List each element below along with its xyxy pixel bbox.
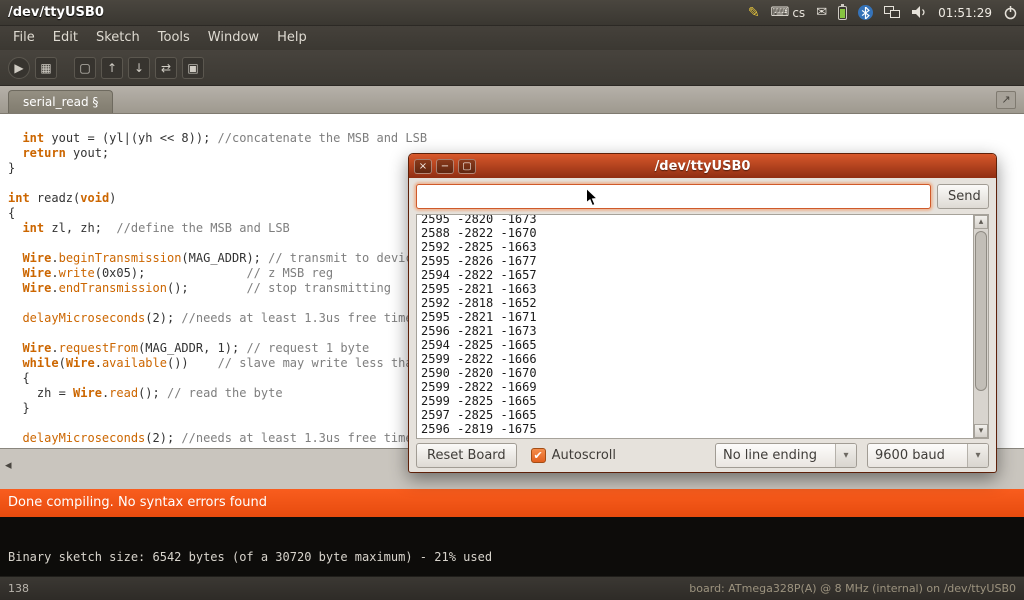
keyboard-indicator[interactable]: ⌨cs <box>771 5 806 20</box>
tab-serial-read[interactable]: serial_read § <box>8 90 113 113</box>
system-tray: ✎ ⌨cs ✉ 01:51:29 <box>748 5 1018 21</box>
footer: 138 board: ATmega328P(A) @ 8 MHz (intern… <box>0 576 1024 600</box>
window-title: /dev/ttyUSB0 <box>8 5 104 20</box>
serial-row: 2599 -2822 -1669 <box>421 380 973 394</box>
reset-board-button[interactable]: Reset Board <box>416 443 517 468</box>
serial-row: 2592 -2825 -1663 <box>421 240 973 254</box>
tab-strip: serial_read § ↗ <box>0 86 1024 114</box>
serial-monitor-body: Send 2595 -2820 -16732588 -2822 -1670259… <box>409 178 996 474</box>
battery-icon[interactable] <box>838 6 847 20</box>
serial-controls: Reset Board ✔ Autoscroll No line ending … <box>416 443 989 468</box>
stop-button[interactable]: ▦ <box>35 57 57 79</box>
serial-row: 2594 -2825 -1665 <box>421 338 973 352</box>
serial-row: 2588 -2822 -1670 <box>421 226 973 240</box>
serial-row: 2595 -2820 -1673 <box>421 214 973 226</box>
arduino-ide-window: /dev/ttyUSB0 ✎ ⌨cs ✉ 01:51:29 FileEditSk… <box>0 0 1024 600</box>
clock[interactable]: 01:51:29 <box>938 6 992 20</box>
serial-row: 2595 -2821 -1663 <box>421 282 973 296</box>
send-row: Send <box>416 184 989 209</box>
menu-file[interactable]: File <box>4 26 44 50</box>
notes-icon[interactable]: ✎ <box>748 5 760 21</box>
check-icon: ✔ <box>534 450 543 461</box>
menubar: FileEditSketchToolsWindowHelp <box>0 26 1024 50</box>
open-button[interactable]: ↑ <box>101 57 123 79</box>
board-info: board: ATmega328P(A) @ 8 MHz (internal) … <box>689 582 1016 595</box>
autoscroll-label: Autoscroll <box>552 448 616 463</box>
battery-level <box>840 9 845 18</box>
menu-sketch[interactable]: Sketch <box>87 26 149 50</box>
keyboard-icon: ⌨ <box>771 5 790 20</box>
line-number: 138 <box>8 582 29 595</box>
new-sketch-button[interactable]: ▢ <box>74 57 96 79</box>
volume-icon[interactable] <box>912 6 927 19</box>
menu-window[interactable]: Window <box>199 26 268 50</box>
serial-row: 2594 -2822 -1657 <box>421 268 973 282</box>
tab-menu-button[interactable]: ↗ <box>996 91 1016 109</box>
status-message: Done compiling. No syntax errors found <box>8 495 267 510</box>
scroll-up-icon[interactable]: ▴ <box>974 215 988 229</box>
toolbar-buttons: ▶▦ ▢↑↓⇄▣ <box>0 57 204 79</box>
minimize-button[interactable]: − <box>436 159 454 174</box>
session-menu-icon[interactable] <box>1003 5 1018 20</box>
serial-row: 2592 -2818 -1652 <box>421 296 973 310</box>
menu-edit[interactable]: Edit <box>44 26 87 50</box>
toolbar: ▶▦ ▢↑↓⇄▣ <box>0 50 1024 86</box>
titlebar[interactable]: /dev/ttyUSB0 ✎ ⌨cs ✉ 01:51:29 <box>0 0 1024 26</box>
save-button[interactable]: ↓ <box>128 57 150 79</box>
serial-row: 2596 -2819 -1675 <box>421 422 973 436</box>
mouse-cursor <box>586 188 598 211</box>
serial-row: 2599 -2822 -1666 <box>421 352 973 366</box>
maximize-button[interactable]: ▢ <box>458 159 476 174</box>
verify-button[interactable]: ▶ <box>8 57 30 79</box>
menu-help[interactable]: Help <box>268 26 316 50</box>
chevron-down-icon: ▾ <box>835 444 856 467</box>
serial-row: 2595 -2826 -1677 <box>421 254 973 268</box>
bluetooth-icon[interactable] <box>858 5 873 20</box>
code-line: int yout = (yl|(yh << 8)); //concatenate… <box>8 131 1024 146</box>
serial-monitor-window: × − ▢ /dev/ttyUSB0 Send 2595 -2820 -1673… <box>408 153 997 473</box>
serial-output-area[interactable]: 2595 -2820 -16732588 -2822 -16702592 -28… <box>416 214 989 439</box>
network-icon[interactable] <box>884 6 901 19</box>
serial-input[interactable] <box>416 184 931 209</box>
autoscroll-checkbox[interactable]: ✔ <box>531 448 546 463</box>
console: Binary sketch size: 6542 bytes (of a 307… <box>0 517 1024 576</box>
serial-row: 2596 -2821 -1673 <box>421 324 973 338</box>
scroll-left-icon[interactable]: ◂ <box>5 458 12 473</box>
serial-monitor-titlebar[interactable]: × − ▢ /dev/ttyUSB0 <box>409 154 996 178</box>
window-buttons: × − ▢ <box>409 159 476 174</box>
serial-output: 2595 -2820 -16732588 -2822 -16702592 -28… <box>417 214 973 438</box>
serial-monitor-title: /dev/ttyUSB0 <box>409 159 996 174</box>
serial-scrollbar[interactable]: ▴ ▾ <box>973 215 988 438</box>
baud-rate-select[interactable]: 9600 baud ▾ <box>867 443 989 468</box>
menu-tools[interactable]: Tools <box>149 26 199 50</box>
console-text: Binary sketch size: 6542 bytes (of a 307… <box>8 550 1024 564</box>
close-button[interactable]: × <box>414 159 432 174</box>
baud-rate-value: 9600 baud <box>868 448 967 463</box>
scroll-down-icon[interactable]: ▾ <box>974 424 988 438</box>
chevron-down-icon: ▾ <box>967 444 988 467</box>
serial-row: 2595 -2821 -1671 <box>421 310 973 324</box>
serial-row: 2590 -2820 -1670 <box>421 366 973 380</box>
mail-icon[interactable]: ✉ <box>816 5 827 20</box>
line-ending-select[interactable]: No line ending ▾ <box>715 443 857 468</box>
upload-button[interactable]: ⇄ <box>155 57 177 79</box>
send-button[interactable]: Send <box>937 184 989 209</box>
serial-row: 2599 -2825 -1665 <box>421 394 973 408</box>
serial-row: 2597 -2825 -1665 <box>421 408 973 422</box>
serial-monitor-button[interactable]: ▣ <box>182 57 204 79</box>
status-bar: Done compiling. No syntax errors found <box>0 489 1024 517</box>
line-ending-value: No line ending <box>716 448 835 463</box>
scrollbar-thumb[interactable] <box>975 231 987 391</box>
keyboard-layout-label: cs <box>792 6 805 20</box>
